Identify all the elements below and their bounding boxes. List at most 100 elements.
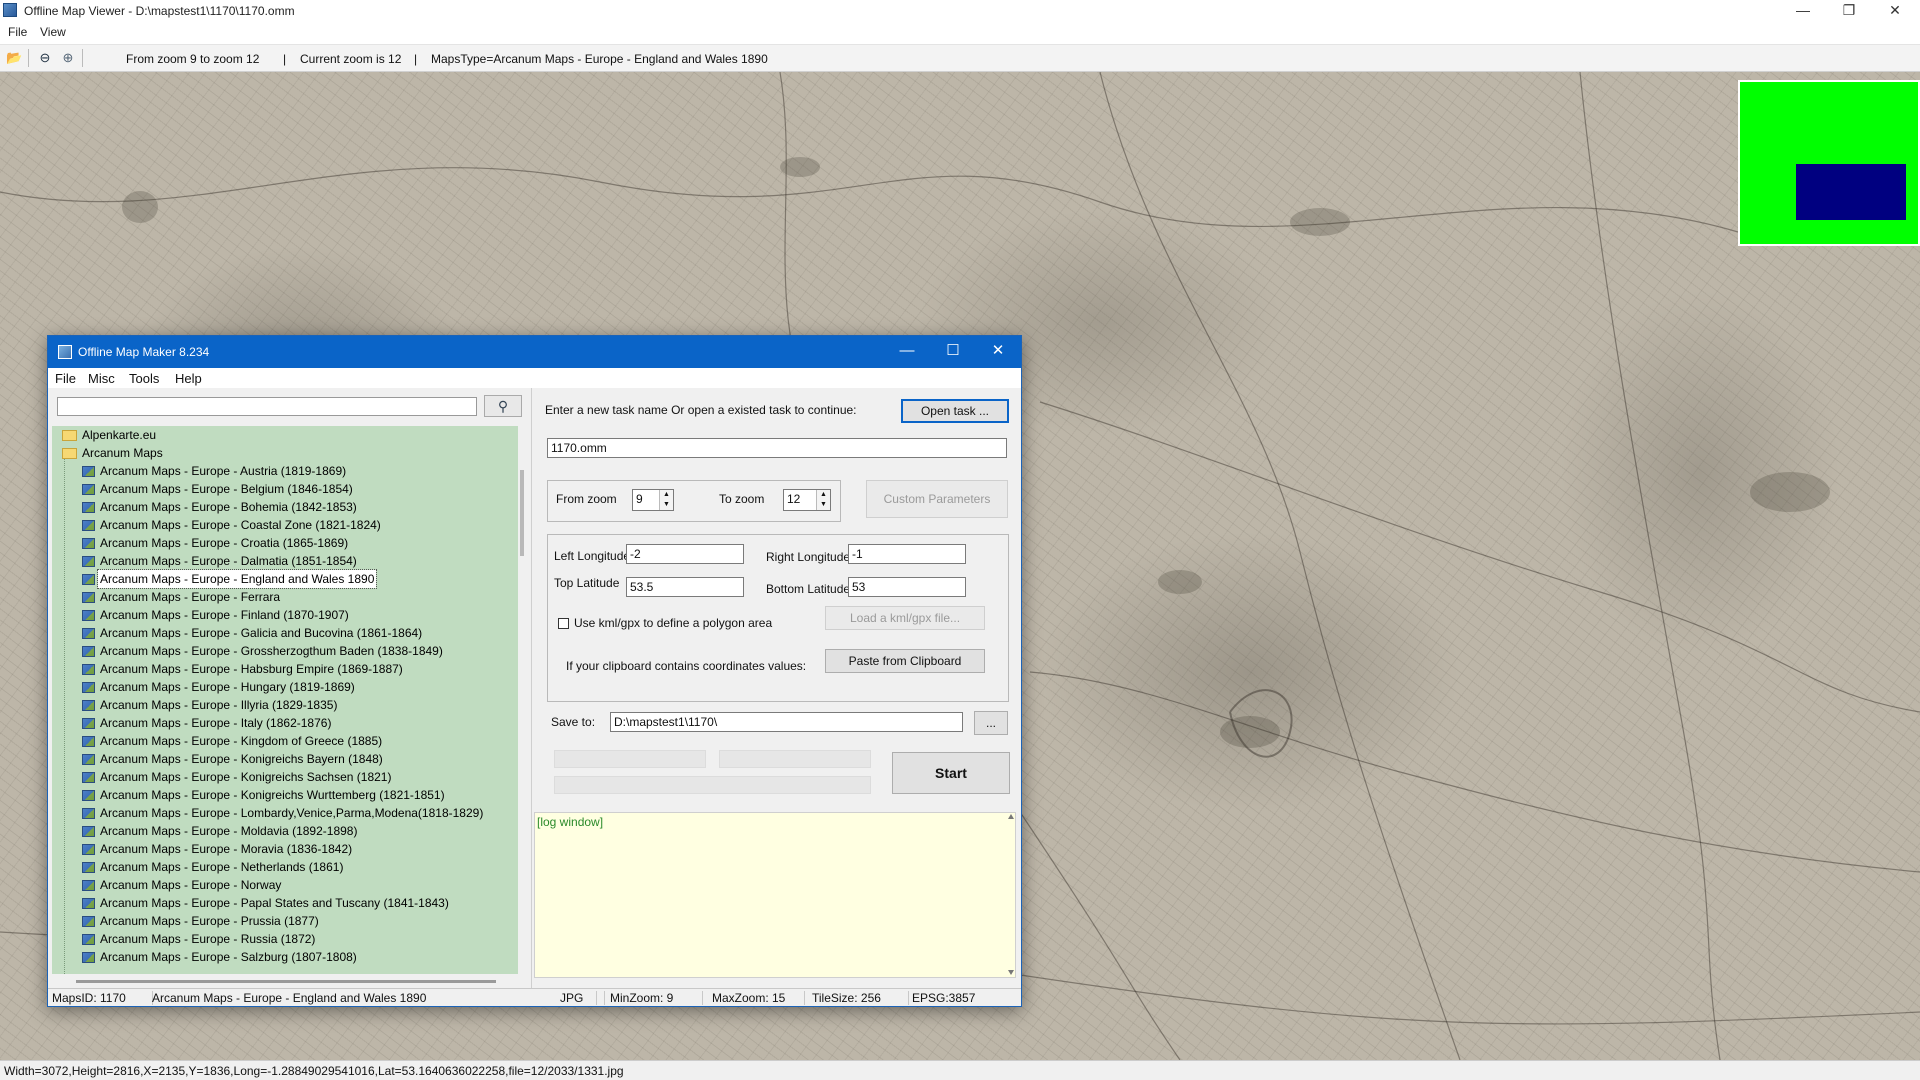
tree-folder-label: Alpenkarte.eu [82, 428, 157, 442]
dialog-minimize-button[interactable]: — [884, 336, 930, 368]
tree-item-label: Arcanum Maps - Europe - Russia (1872) [100, 932, 316, 946]
tree-item-label: Arcanum Maps - Europe - Papal States and… [100, 896, 449, 910]
task-name-input[interactable]: 1170.omm [547, 438, 1007, 458]
tree-item-label: Arcanum Maps - Europe - Ferrara [100, 590, 281, 604]
save-to-input[interactable]: D:\mapstest1\1170\ [610, 712, 963, 732]
progress-bar-3 [554, 776, 871, 794]
left-longitude-label: Left Longitude [554, 549, 631, 563]
minimap-viewport[interactable] [1796, 164, 1906, 220]
dialog-menu-tools[interactable]: Tools [129, 371, 159, 386]
from-zoom-label: From zoom [556, 492, 617, 506]
maps-type-text: MapsType=Arcanum Maps - Europe - England… [431, 52, 768, 66]
scrollbar-thumb[interactable] [76, 980, 496, 983]
bottom-latitude-label: Bottom Latitude [766, 582, 851, 596]
dialog-title: Offline Map Maker 8.234 [78, 345, 210, 359]
tree-item-label: Arcanum Maps - Europe - Hungary (1819-18… [100, 680, 355, 694]
tree-folder-label: Arcanum Maps [82, 446, 163, 460]
load-kml-button[interactable]: Load a kml/gpx file... [825, 606, 985, 630]
tree-item-label: Arcanum Maps - Europe - Coastal Zone (18… [100, 518, 381, 532]
search-icon: ⚲ [497, 398, 509, 414]
log-text: [log window] [537, 815, 604, 829]
custom-parameters-button[interactable]: Custom Parameters [866, 480, 1008, 518]
dialog-maximize-button[interactable]: ☐ [930, 336, 976, 368]
spin-down-icon[interactable]: ▼ [816, 500, 830, 510]
menu-view[interactable]: View [40, 25, 66, 39]
dialog-close-button[interactable]: ✕ [975, 336, 1021, 368]
map-layer-icon [82, 646, 95, 657]
use-kml-checkbox[interactable] [558, 618, 569, 629]
current-zoom-text: Current zoom is 12 [300, 52, 402, 66]
tree-item-label: Arcanum Maps - Europe - Norway [100, 878, 282, 892]
status-format: JPG [560, 991, 605, 1005]
tree-item-label: Arcanum Maps - Europe - Finland (1870-19… [100, 608, 349, 622]
tree-item-label: Arcanum Maps - Europe - Habsburg Empire … [100, 662, 403, 676]
browse-button[interactable]: ... [974, 711, 1008, 735]
spin-up-icon[interactable]: ▲ [659, 490, 673, 500]
map-layer-icon [82, 610, 95, 621]
top-latitude-input[interactable]: 53.5 [626, 577, 744, 597]
menu-bar: File View [0, 22, 1920, 42]
maps-tree[interactable]: Alpenkarte.eu Arcanum Maps Arcanum Maps … [52, 426, 518, 974]
dialog-menu-misc[interactable]: Misc [88, 371, 115, 386]
right-longitude-input[interactable]: -1 [848, 544, 966, 564]
spin-up-icon[interactable]: ▲ [816, 490, 830, 500]
open-task-button[interactable]: Open task ... [901, 399, 1009, 423]
tree-vertical-scrollbar[interactable] [518, 426, 528, 974]
to-zoom-input[interactable]: 12 ▲ ▼ [783, 489, 831, 511]
maps-search-input[interactable] [57, 397, 477, 416]
scroll-up-icon[interactable] [1008, 814, 1014, 819]
zoom-out-icon[interactable]: ⊖ [37, 50, 53, 66]
paste-from-clipboard-button[interactable]: Paste from Clipboard [825, 649, 985, 673]
clipboard-label: If your clipboard contains coordinates v… [566, 659, 807, 673]
folder-open-icon [62, 448, 77, 459]
progress-bar-2 [719, 750, 871, 768]
start-button[interactable]: Start [892, 752, 1010, 794]
zoom-in-icon[interactable]: ⊕ [60, 50, 76, 66]
map-layer-icon [82, 700, 95, 711]
use-kml-label: Use kml/gpx to define a polygon area [574, 616, 773, 630]
minimize-button[interactable]: — [1780, 0, 1826, 22]
map-layer-icon [82, 808, 95, 819]
save-to-label: Save to: [551, 715, 596, 729]
map-layer-icon [82, 664, 95, 675]
status-max-zoom: MaxZoom: 15 [712, 991, 805, 1005]
map-layer-icon [82, 790, 95, 801]
bottom-latitude-input[interactable]: 53 [848, 577, 966, 597]
minimap[interactable] [1738, 80, 1920, 246]
dialog-title-bar[interactable]: Offline Map Maker 8.234 — ☐ ✕ [48, 336, 1021, 368]
tree-item-label: Arcanum Maps - Europe - Belgium (1846-18… [100, 482, 353, 496]
status-min-zoom: MinZoom: 9 [610, 991, 703, 1005]
spin-down-icon[interactable]: ▼ [659, 500, 673, 510]
status-tile-size: TileSize: 256 [812, 991, 909, 1005]
tree-horizontal-scrollbar[interactable] [52, 974, 518, 988]
log-scrollbar[interactable] [1007, 813, 1015, 977]
folder-icon [62, 430, 77, 441]
dialog-menu-help[interactable]: Help [175, 371, 202, 386]
tree-item-label: Arcanum Maps - Europe - Konigreichs Baye… [100, 752, 383, 766]
restore-button[interactable]: ❐ [1826, 0, 1872, 22]
app-icon [3, 3, 17, 17]
pane-divider[interactable] [531, 388, 532, 988]
tree-item-label: Arcanum Maps - Europe - Moravia (1836-18… [100, 842, 353, 856]
window-title-bar[interactable]: Offline Map Viewer - D:\mapstest1\1170\1… [0, 0, 1920, 22]
dialog-status-bar: MapsID: 1170 Arcanum Maps - Europe - Eng… [48, 988, 1021, 1006]
progress-bar-1 [554, 750, 706, 768]
from-zoom-input[interactable]: 9 ▲ ▼ [632, 489, 674, 511]
scroll-down-icon[interactable] [1008, 970, 1014, 975]
map-layer-icon [82, 916, 95, 927]
search-button[interactable]: ⚲ [484, 395, 522, 417]
scrollbar-thumb[interactable] [520, 470, 524, 556]
status-bar: Width=3072,Height=2816,X=2135,Y=1836,Lon… [0, 1060, 1920, 1080]
top-latitude-label: Top Latitude [554, 576, 620, 590]
map-layer-icon [82, 682, 95, 693]
log-window[interactable]: [log window] [534, 812, 1016, 978]
tree-item-label: Arcanum Maps - Europe - Kingdom of Greec… [100, 734, 383, 748]
close-button[interactable]: ✕ [1872, 0, 1918, 22]
dialog-menu-file[interactable]: File [55, 371, 76, 386]
left-longitude-input[interactable]: -2 [626, 544, 744, 564]
menu-file[interactable]: File [8, 25, 27, 39]
tree-item-label: Arcanum Maps - Europe - England and Wale… [96, 569, 378, 589]
map-layer-icon [82, 592, 95, 603]
open-folder-icon[interactable]: 📂 [6, 50, 22, 66]
map-layer-icon [82, 898, 95, 909]
